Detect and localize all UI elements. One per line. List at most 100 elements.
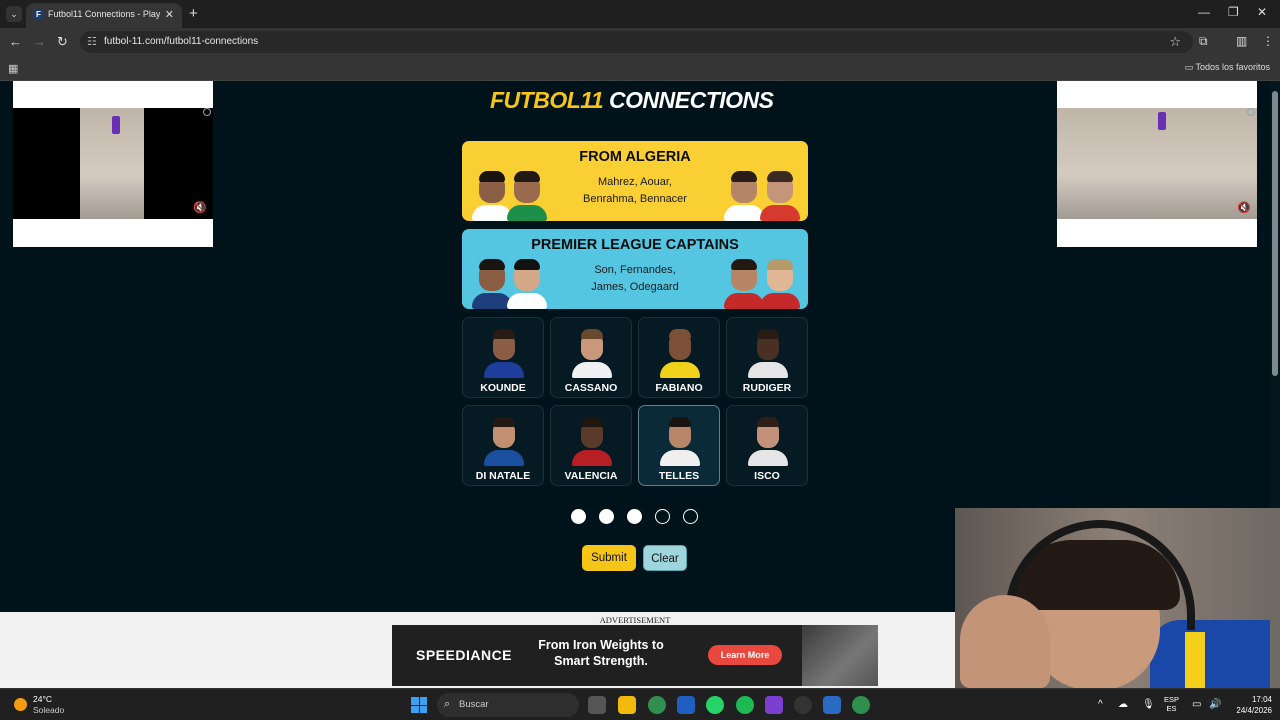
player-name: FABIANO [655,382,703,394]
file-explorer-icon[interactable] [618,696,636,714]
learn-more-button[interactable]: Learn More [708,645,782,665]
minimize-icon[interactable]: — [1198,5,1210,19]
bookmarks-folder-label: Todos los favoritos [1195,62,1270,72]
player-card[interactable]: VALENCIA [550,405,632,486]
extensions-icon[interactable]: ⧉ [1199,34,1208,49]
ad-choices-icon[interactable] [1247,108,1255,116]
address-bar[interactable]: ☷ futbol-11.com/futbol11-connections ☆ [80,31,1193,53]
chevron-up-icon[interactable]: ^ [1098,699,1103,710]
scrollbar-thumb[interactable] [1272,91,1278,376]
app-icon[interactable] [765,696,783,714]
back-icon[interactable]: ← [9,34,22,49]
onedrive-icon[interactable]: ☁ [1118,699,1128,710]
bookmarks-bar: ▦ ▭ Todos los favoritos [0,56,1280,81]
ad-product-image [1158,112,1166,130]
all-bookmarks-folder[interactable]: ▭ Todos los favoritos [1185,62,1270,73]
ad-choices-icon[interactable] [203,108,211,116]
microphone-icon[interactable]: 🎙 [1142,699,1155,710]
group-title: FROM ALGERIA [579,149,691,165]
mute-icon[interactable]: 🔇 [193,201,207,214]
group-members: Son, Fernandes, James, Odegaard [558,262,712,296]
ad-video-player[interactable]: 🔇 [1057,108,1257,219]
site-info-icon[interactable]: ☷ [87,35,97,48]
right-video-ad[interactable]: 🔇 [1057,81,1257,247]
clear-button[interactable]: Clear [643,545,687,571]
profile-icon[interactable]: ▥ [1236,34,1247,48]
browser-tab-bar: ⌄ F Futbol11 Connections - Play Fo ✕ + —… [0,0,1280,28]
mistake-dot [599,509,614,524]
bookmark-star-icon[interactable]: ☆ [1169,34,1181,50]
notes-icon[interactable] [823,696,841,714]
webcam-person-shirt [1150,620,1270,688]
mistake-dot [683,509,698,524]
banner-copy: From Iron Weights to Smart Strength. [538,638,664,668]
player-card-selected[interactable]: TELLES [638,405,720,486]
player-card[interactable]: KOUNDE [462,317,544,398]
sun-icon[interactable] [14,698,27,711]
search-placeholder: Buscar [459,699,489,710]
player-name: CASSANO [564,382,618,394]
language-code: ESP [1164,695,1180,704]
logo-text-futbol: FUTBOL [490,87,581,113]
forward-icon[interactable]: → [33,34,46,49]
banner-product-image [802,625,878,686]
close-window-icon[interactable]: ✕ [1257,5,1267,19]
left-video-ad[interactable]: 🔇 [13,81,213,247]
site-favicon-icon: F [33,9,44,20]
windows-taskbar: 24°C Soleado ⌕ Buscar ^ ☁ 🎙 ESP ES ▭ 🔊 1… [0,688,1280,720]
logo-text-11: 11 [580,87,604,113]
new-tab-icon[interactable]: + [189,5,198,22]
browser-tab[interactable]: F Futbol11 Connections - Play Fo ✕ [26,3,182,28]
player-card[interactable]: ISCO [726,405,808,486]
taskbar-search[interactable]: ⌕ Buscar [437,693,579,717]
submit-button[interactable]: Submit [582,545,636,571]
player-photo [747,328,789,378]
chrome-icon[interactable] [648,696,666,714]
language-indicator[interactable]: ESP ES [1164,695,1179,713]
windows-start-icon[interactable] [411,697,427,713]
weather-temperature: 24°C [33,694,52,704]
menu-icon[interactable]: ⋮ [1262,34,1274,48]
player-card[interactable]: RUDIGER [726,317,808,398]
ad-video-frame [1057,108,1257,219]
mistake-dot [571,509,586,524]
site-logo[interactable]: FUTBOL11 CONNECTIONS [490,87,774,114]
tab-title: Futbol11 Connections - Play Fo [48,9,160,19]
group-members-line: Benrahma, Bennacer [583,193,687,205]
close-tab-icon[interactable]: ✕ [165,8,174,21]
clock-date: 24/4/2026 [1236,706,1272,715]
player-card[interactable]: DI NATALE [462,405,544,486]
player-card[interactable]: FABIANO [638,317,720,398]
player-photo [659,416,701,466]
mistake-dot [627,509,642,524]
tab-search-icon[interactable]: ⌄ [6,6,22,22]
banner-ad[interactable]: SPEEDIANCE From Iron Weights to Smart St… [392,625,878,686]
mute-icon[interactable]: 🔇 [1237,201,1251,214]
player-card[interactable]: CASSANO [550,317,632,398]
solved-group-card: PREMIER LEAGUE CAPTAINS Son, Fernandes, … [462,229,808,309]
player-photo [659,328,701,378]
logo-text-connections: CONNECTIONS [603,87,774,113]
store-icon[interactable] [677,696,695,714]
chrome-profile-icon[interactable] [852,696,870,714]
player-photo [571,328,613,378]
whatsapp-icon[interactable] [706,696,724,714]
player-photo [483,416,525,466]
mistake-dot [655,509,670,524]
network-icon[interactable]: ▭ [1192,699,1201,710]
system-clock[interactable]: 17:04 24/4/2026 [1212,694,1272,716]
solved-group-card: FROM ALGERIA Mahrez, Aouar, Benrahma, Be… [462,141,808,221]
browser-toolbar: ← → ↻ ☷ futbol-11.com/futbol11-connectio… [0,28,1280,56]
player-name: KOUNDE [480,382,526,394]
spotify-icon[interactable] [736,696,754,714]
obs-icon[interactable] [794,696,812,714]
ad-video-player[interactable]: 🔇 [13,108,213,219]
restore-icon[interactable]: ❐ [1228,5,1239,19]
apps-grid-icon[interactable]: ▦ [8,62,18,75]
player-photo [483,328,525,378]
weather-description: Soleado [33,705,65,715]
task-view-icon[interactable] [588,696,606,714]
reload-icon[interactable]: ↻ [57,34,68,50]
url-text: futbol-11.com/futbol11-connections [104,36,259,47]
player-name: RUDIGER [742,382,792,394]
